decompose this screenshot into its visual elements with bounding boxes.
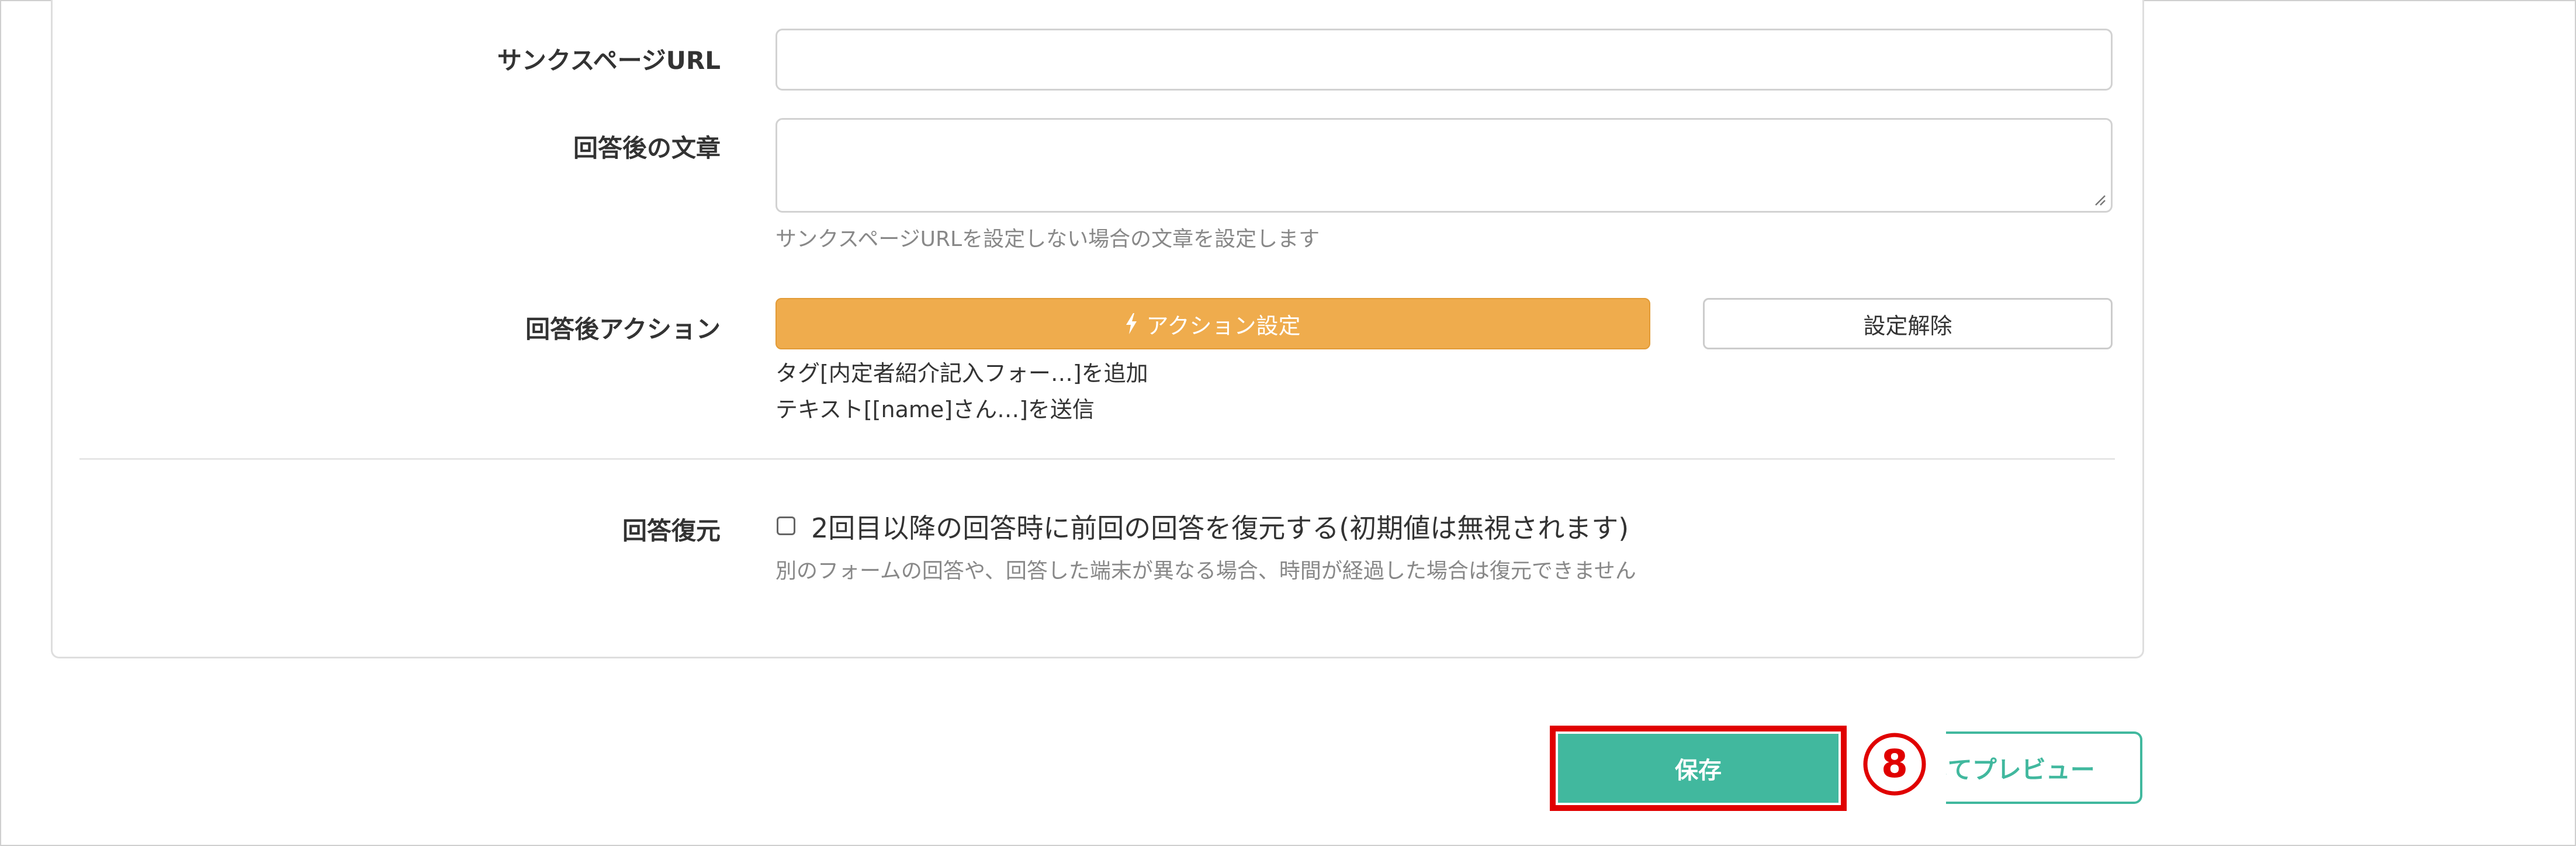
- step-number-marker: 8: [1863, 733, 1926, 796]
- action-settings-button[interactable]: アクション設定: [775, 298, 1650, 349]
- thanks-url-input[interactable]: [775, 29, 2113, 91]
- section-divider: [79, 458, 2115, 460]
- bolt-icon: [1126, 313, 1137, 334]
- action-item: テキスト[[name]さん…]を送信: [775, 397, 1095, 422]
- restore-checkbox[interactable]: [777, 516, 795, 535]
- svg-text:8: 8: [1881, 741, 1908, 786]
- restore-help: 別のフォームの回答や、回答した端末が異なる場合、時間が経過した場合は復元できませ…: [775, 559, 1636, 583]
- action-settings-label: アクション設定: [1146, 313, 1301, 339]
- save-and-preview-label: してプレビュー: [1946, 755, 2095, 784]
- thanks-url-label: サンクスページURL: [497, 46, 721, 75]
- save-and-preview-button[interactable]: してプレビュー: [1946, 731, 2142, 804]
- restore-label: 回答復元: [622, 516, 721, 545]
- clear-settings-button[interactable]: 設定解除: [1703, 298, 2113, 349]
- action-item: タグ[内定者紹介記入フォー…]を追加: [775, 360, 1148, 386]
- save-button[interactable]: 保存: [1558, 734, 1838, 803]
- after-text-help: サンクスページURLを設定しない場合の文章を設定します: [775, 227, 1320, 251]
- resize-handle-icon[interactable]: [2093, 193, 2106, 206]
- after-action-label: 回答後アクション: [525, 315, 721, 344]
- restore-checkbox-label[interactable]: 2回目以降の回答時に前回の回答を復元する(初期値は無視されます): [811, 507, 1629, 546]
- after-text-label: 回答後の文章: [573, 134, 721, 162]
- after-text-textarea[interactable]: [775, 118, 2113, 213]
